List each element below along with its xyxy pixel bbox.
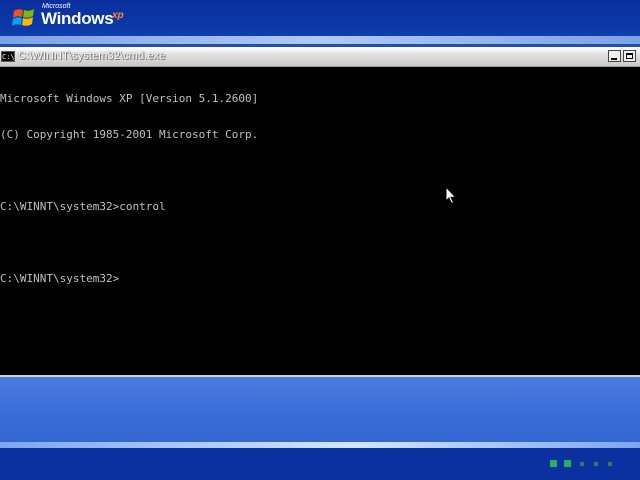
- window-titlebar[interactable]: C:\ C:\WINNT\system32\cmd.exe: [0, 48, 640, 67]
- windows-wordmark: Windows: [41, 9, 114, 28]
- console-line: (C) Copyright 1985-2001 Microsoft Corp.: [0, 128, 259, 141]
- boot-progress-indicator: [550, 460, 620, 468]
- console-prompt[interactable]: C:\WINNT\system32>: [0, 273, 640, 285]
- xp-wordmark: xp: [112, 10, 124, 21]
- cmd-window[interactable]: C:\ C:\WINNT\system32\cmd.exe Microsoft …: [0, 47, 640, 378]
- window-title: C:\WINNT\system32\cmd.exe: [18, 50, 166, 62]
- progress-block: [550, 460, 557, 467]
- cmd-window-icon[interactable]: C:\: [1, 51, 15, 62]
- maximize-button[interactable]: [623, 50, 636, 62]
- console-output[interactable]: Microsoft Windows XP [Version 5.1.2600] …: [0, 69, 640, 369]
- windows-flag-icon: [12, 9, 34, 26]
- windows-xp-logo: Microsoft Windows xp: [12, 3, 142, 31]
- progress-block: [580, 462, 584, 466]
- top-stripe: [0, 36, 640, 44]
- bottom-dark-band: [0, 448, 640, 480]
- progress-block: [564, 460, 571, 467]
- console-line: Microsoft Windows XP [Version 5.1.2600]: [0, 92, 259, 105]
- screen: Microsoft Windows xp C:\ C:\WINNT\system…: [0, 0, 640, 480]
- arrow-pointer-icon: [445, 186, 457, 205]
- progress-block: [608, 462, 612, 466]
- console-line: C:\WINNT\system32>control: [0, 200, 166, 213]
- minimize-button[interactable]: [608, 50, 621, 62]
- progress-block: [594, 462, 598, 466]
